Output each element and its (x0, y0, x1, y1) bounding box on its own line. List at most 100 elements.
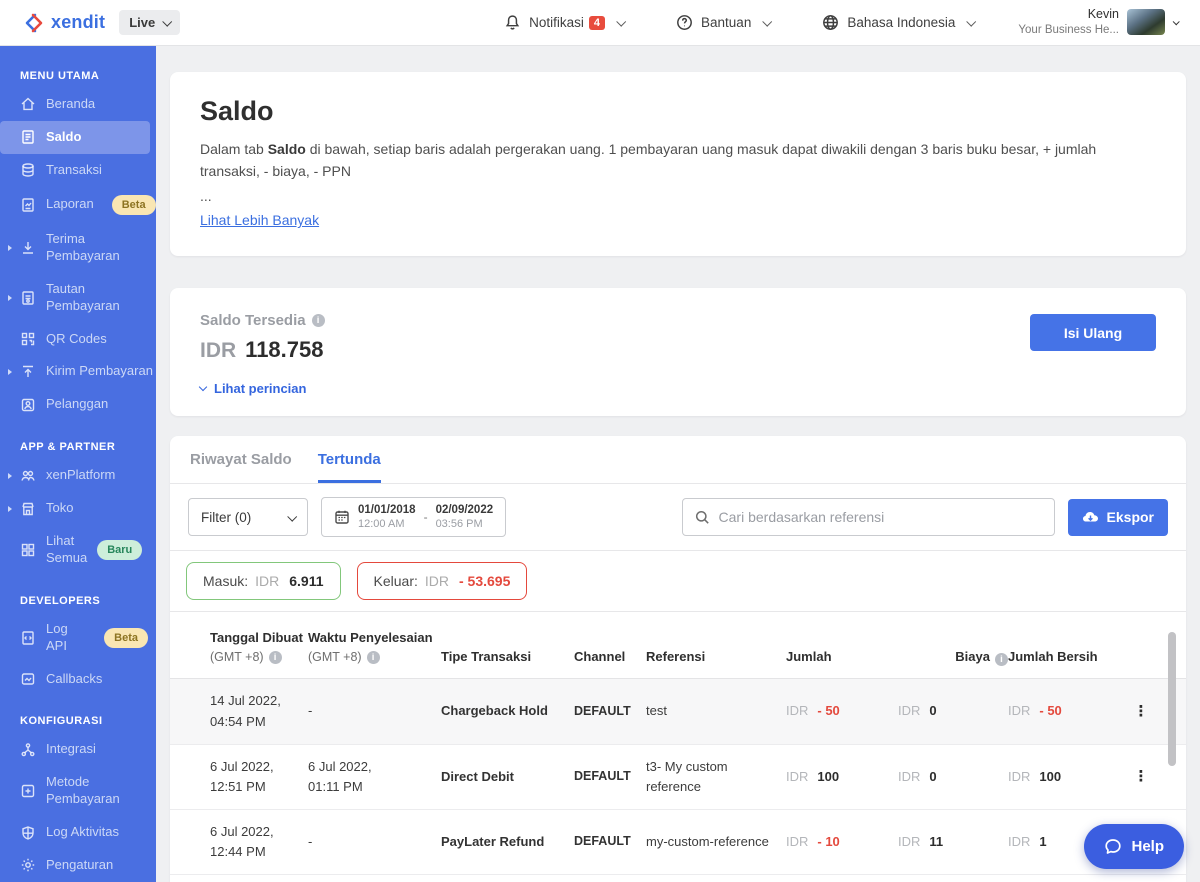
info-icon[interactable]: i (995, 653, 1008, 666)
outflow-value: - 53.695 (459, 573, 510, 589)
time-from: 12:00 AM (358, 518, 416, 532)
callback-icon (20, 671, 36, 687)
column-tipe-transaksi: Tipe Transaksi (441, 626, 574, 678)
sidebar-item-tautan-pembayaran[interactable]: Tautan Pembayaran (0, 273, 156, 323)
help-button[interactable]: Help (1084, 824, 1184, 869)
export-button[interactable]: Ekspor (1068, 499, 1168, 536)
sidebar-item-qr-codes[interactable]: QR Codes (0, 323, 156, 356)
sidebar-item-beranda[interactable]: Beranda (0, 88, 156, 121)
sidebar-item-xenplatform[interactable]: xenPlatform (0, 459, 156, 492)
filter-dropdown[interactable]: Filter (0) (188, 498, 308, 536)
table-row: 14 Jul 2022,04:54 PM - Chargeback Hold D… (170, 679, 1186, 744)
balance-label: Saldo Tersedia (200, 312, 306, 329)
inflow-summary: Masuk: IDR 6.911 (186, 562, 341, 600)
filter-bar: Filter (0) 01/01/2018 12:00 AM - 02/09/2… (170, 484, 1186, 551)
notifications-menu[interactable]: Notifikasi 4 (504, 14, 624, 31)
language-menu[interactable]: Bahasa Indonesia (822, 14, 974, 31)
balance-document-icon (20, 129, 36, 145)
sidebar-item-callbacks[interactable]: Callbacks (0, 663, 156, 696)
column-waktu-penyelesaian: Waktu Penyelesaian (GMT +8)i (308, 626, 441, 678)
description-ellipsis: ... (200, 188, 1156, 204)
date-from: 01/01/2018 (358, 503, 416, 517)
cloud-download-icon (1082, 510, 1099, 524)
ledger-card: Riwayat Saldo Tertunda Filter (0) 01/01/… (170, 436, 1186, 882)
date-to: 02/09/2022 (436, 503, 494, 517)
column-referensi: Referensi (646, 626, 786, 678)
table-scrollbar[interactable] (1168, 632, 1176, 766)
balance-amount: 118.758 (245, 337, 323, 363)
search-input[interactable] (719, 509, 1042, 525)
sidebar-item-terima-pembayaran[interactable]: Terima Pembayaran (0, 223, 156, 273)
chevron-down-icon (967, 17, 977, 27)
inflow-value: 6.911 (289, 573, 323, 589)
people-icon (20, 468, 36, 484)
sidebar-item-pelanggan[interactable]: Pelanggan (0, 388, 156, 421)
coins-icon (20, 162, 36, 178)
calendar-icon (334, 509, 350, 525)
tab-tertunda[interactable]: Tertunda (318, 436, 381, 483)
sidebar-item-integrasi[interactable]: Integrasi (0, 733, 156, 766)
chevron-down-icon (1173, 18, 1180, 25)
sidebar-item-kirim-pembayaran[interactable]: Kirim Pembayaran (0, 355, 156, 388)
table-header: Tanggal Dibuat (GMT +8)i Waktu Penyelesa… (170, 612, 1186, 679)
chevron-down-icon (763, 17, 773, 27)
sidebar-item-log-aktivitas[interactable]: Log Aktivitas (0, 816, 156, 849)
info-icon[interactable]: i (367, 651, 380, 664)
chevron-down-icon (162, 17, 172, 27)
sidebar-section-developers: DEVELOPERS (20, 595, 156, 607)
bell-icon (504, 14, 521, 31)
date-separator: - (424, 510, 428, 524)
table-row: 6 Jul 2022,12:51 PM 6 Jul 2022,01:11 PM … (170, 745, 1186, 810)
business-name: Your Business He... (1018, 23, 1119, 39)
caret-right-icon (8, 506, 12, 512)
page-description: Dalam tab Saldo di bawah, setiap baris a… (200, 139, 1156, 182)
beta-badge: Beta (112, 195, 156, 215)
caret-right-icon (8, 295, 12, 301)
page-header-card: Saldo Dalam tab Saldo di bawah, setiap b… (170, 72, 1186, 256)
chat-bubble-icon (1104, 838, 1122, 856)
date-range-picker[interactable]: 01/01/2018 12:00 AM - 02/09/2022 03:56 P… (321, 497, 506, 537)
sidebar-item-metode-pembayaran[interactable]: Metode Pembayaran (0, 766, 156, 816)
sidebar-section-menu-utama: MENU UTAMA (20, 70, 156, 82)
outflow-summary: Keluar: IDR - 53.695 (357, 562, 528, 600)
baru-badge: Baru (97, 540, 142, 560)
sidebar-item-log-api[interactable]: Log API Beta (0, 613, 156, 663)
environment-select[interactable]: Live (119, 10, 180, 35)
sidebar-item-toko[interactable]: Toko (0, 492, 156, 525)
table-row: 6 Jul 2022,12:44 PM - PayLater Refund DE… (170, 810, 1186, 875)
row-menu-button[interactable]: ⋮ (1134, 768, 1149, 785)
column-biaya: Biayai (898, 626, 1008, 678)
xendit-logo[interactable]: xendit (24, 12, 105, 33)
chevron-down-icon (616, 17, 626, 27)
chevron-down-icon (287, 512, 297, 522)
avatar (1127, 9, 1165, 35)
page-title: Saldo (200, 96, 1156, 127)
table-row: 6 Jul 2022,12:30 PM - eWallet Refund DEF… (170, 875, 1186, 882)
sidebar-item-pengaturan[interactable]: Pengaturan (0, 849, 156, 882)
question-circle-icon (676, 14, 693, 31)
user-menu[interactable]: Kevin Your Business He... (1018, 6, 1178, 38)
row-menu-button[interactable]: ⋮ (1134, 703, 1149, 720)
store-icon (20, 501, 36, 517)
notification-count-badge: 4 (589, 16, 605, 30)
tab-riwayat-saldo[interactable]: Riwayat Saldo (190, 436, 292, 483)
topup-button[interactable]: Isi Ulang (1030, 314, 1156, 351)
info-icon[interactable]: i (269, 651, 282, 664)
sidebar-item-laporan[interactable]: Laporan Beta (0, 187, 156, 223)
help-menu[interactable]: Bantuan (676, 14, 770, 31)
caret-right-icon (8, 369, 12, 375)
sidebar-item-lihat-semua[interactable]: Lihat Semua Baru (0, 525, 156, 575)
see-more-link[interactable]: Lihat Lebih Banyak (200, 212, 319, 228)
balance-currency: IDR (200, 339, 236, 363)
topbar: xendit Live Notifikasi 4 Bantuan (0, 0, 1200, 46)
info-icon[interactable]: i (312, 314, 325, 327)
sidebar-item-transaksi[interactable]: Transaksi (0, 154, 156, 187)
column-jumlah: Jumlah (786, 626, 898, 678)
balance-detail-link[interactable]: Lihat perincian (200, 381, 306, 396)
tab-bar: Riwayat Saldo Tertunda (170, 436, 1186, 484)
gear-icon (20, 857, 36, 873)
shield-icon (20, 825, 36, 841)
sidebar-item-saldo[interactable]: Saldo (0, 121, 150, 154)
sidebar: MENU UTAMA Beranda Saldo Transaksi Lapor… (0, 46, 156, 882)
column-channel: Channel (574, 626, 646, 678)
